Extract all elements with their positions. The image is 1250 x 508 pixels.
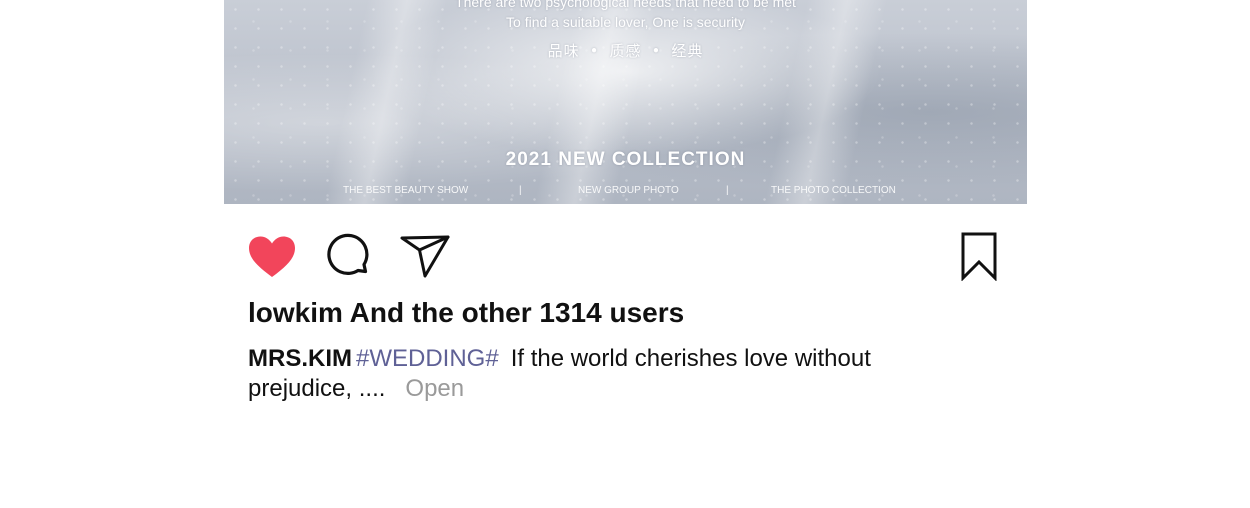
image-footer: THE BEST BEAUTY SHOW | NEW GROUP PHOTO |…: [224, 185, 1027, 199]
image-footer-item: THE PHOTO COLLECTION: [771, 185, 896, 196]
caption-hashtag[interactable]: #WEDDING#: [356, 345, 499, 372]
image-cn-word: 经典: [671, 42, 704, 60]
image-caption-line-2: To find a suitable lover, One is securit…: [506, 14, 745, 30]
image-cn-separator: •: [589, 42, 600, 60]
sparkle-overlay: [224, 0, 1027, 204]
image-footer-item: THE BEST BEAUTY SHOW: [343, 185, 469, 196]
like-button[interactable]: [246, 234, 298, 280]
image-footer-item: NEW GROUP PHOTO: [578, 185, 679, 196]
caption-username[interactable]: MRS.KIM: [248, 345, 352, 372]
image-footer-separator: |: [726, 185, 729, 196]
image-cn-word: 质感: [609, 42, 642, 60]
image-chinese-tagline: 品味 • 质感 • 经典: [224, 40, 1027, 61]
post-image[interactable]: There are two psychological needs that n…: [224, 0, 1027, 204]
caption-open-link[interactable]: Open: [405, 375, 464, 402]
comment-button[interactable]: [324, 232, 374, 282]
likes-summary[interactable]: lowkim And the other 1314 users: [248, 297, 684, 329]
paper-plane-icon: [400, 235, 450, 278]
bookmark-button[interactable]: [955, 230, 1003, 282]
comment-bubble-icon: [327, 233, 369, 275]
image-caption-line-1: There are two psychological needs that n…: [455, 0, 796, 10]
post-caption: MRS.KIM #WEDDING# If the world cherishes l…: [248, 344, 968, 404]
image-cn-word: 品味: [547, 42, 580, 60]
image-collection-title: 2021 NEW COLLECTION: [505, 149, 746, 170]
bookmark-icon: [961, 232, 997, 281]
image-footer-separator: |: [519, 185, 522, 196]
share-button[interactable]: [398, 230, 452, 280]
heart-filled-icon: [249, 236, 295, 277]
image-cn-separator: •: [651, 42, 662, 60]
